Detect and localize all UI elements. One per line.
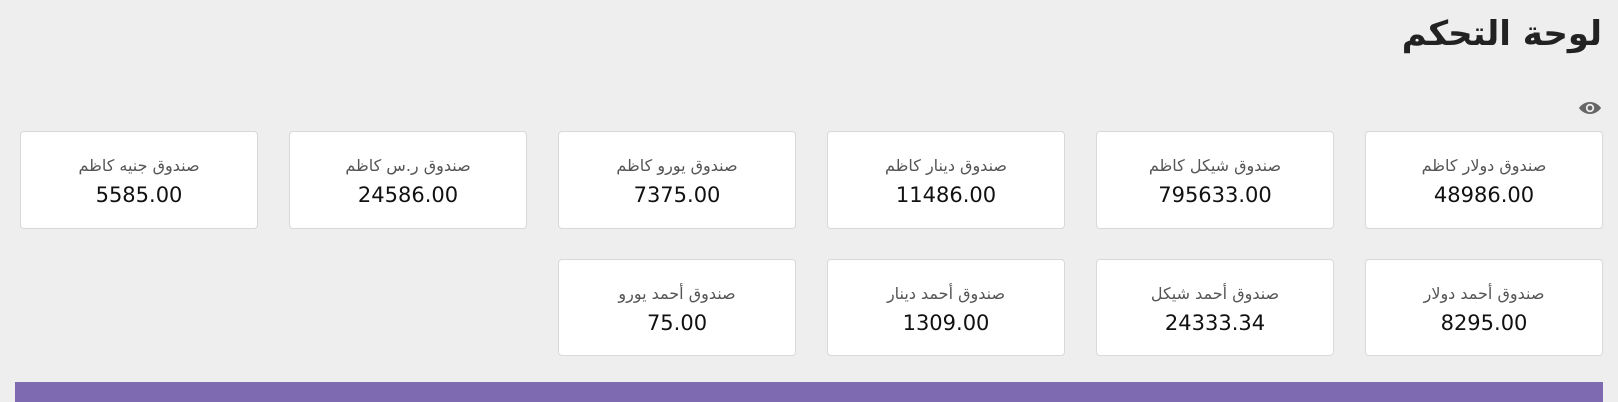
fund-card-label: صندوق دينار كاظم: [884, 156, 1007, 175]
dashboard-page: لوحة التحكم صندوق دولار كاظم 48986.00 صن…: [0, 0, 1618, 402]
fund-card-ahmed-dinar[interactable]: صندوق أحمد دينار 1309.00: [827, 259, 1065, 356]
bottom-accent-bar: [15, 382, 1603, 402]
fund-card-value: 795633.00: [1158, 183, 1272, 207]
fund-card-value: 24333.34: [1164, 311, 1266, 335]
fund-card-ahmed-dollar[interactable]: صندوق أحمد دولار 8295.00: [1365, 259, 1603, 356]
fund-card-ahmed-shekel[interactable]: صندوق أحمد شيكل 24333.34: [1096, 259, 1334, 356]
fund-card-dinar-kadhim[interactable]: صندوق دينار كاظم 11486.00: [827, 131, 1065, 229]
fund-card-label: صندوق جنيه كاظم: [78, 156, 200, 175]
fund-card-value: 1309.00: [902, 311, 990, 335]
fund-card-riyal-kadhim[interactable]: صندوق ر.س كاظم 24586.00: [289, 131, 527, 229]
fund-card-dollar-kadhim[interactable]: صندوق دولار كاظم 48986.00: [1365, 131, 1603, 229]
eye-icon-glyph: [1579, 102, 1601, 114]
fund-card-label: صندوق أحمد دينار: [886, 284, 1006, 303]
fund-card-value: 5585.00: [95, 183, 183, 207]
fund-card-ahmed-euro[interactable]: صندوق أحمد يورو 75.00: [558, 259, 796, 356]
fund-card-label: صندوق أحمد يورو: [618, 284, 736, 303]
page-title: لوحة التحكم: [1401, 14, 1602, 54]
fund-card-value: 8295.00: [1440, 311, 1528, 335]
fund-card-label: صندوق يورو كاظم: [616, 156, 738, 175]
fund-card-value: 24586.00: [357, 183, 459, 207]
fund-card-label: صندوق أحمد دولار: [1423, 284, 1545, 303]
fund-card-euro-kadhim[interactable]: صندوق يورو كاظم 7375.00: [558, 131, 796, 229]
fund-card-label: صندوق شيكل كاظم: [1148, 156, 1282, 175]
fund-card-value: 48986.00: [1433, 183, 1535, 207]
fund-card-pound-kadhim[interactable]: صندوق جنيه كاظم 5585.00: [20, 131, 258, 229]
fund-card-value: 7375.00: [633, 183, 721, 207]
fund-card-label: صندوق أحمد شيكل: [1150, 284, 1280, 303]
fund-card-value: 11486.00: [895, 183, 997, 207]
eye-icon[interactable]: [1578, 98, 1602, 118]
fund-card-shekel-kadhim[interactable]: صندوق شيكل كاظم 795633.00: [1096, 131, 1334, 229]
fund-card-label: صندوق دولار كاظم: [1421, 156, 1547, 175]
fund-card-value: 75.00: [646, 311, 708, 335]
fund-card-label: صندوق ر.س كاظم: [345, 156, 471, 175]
